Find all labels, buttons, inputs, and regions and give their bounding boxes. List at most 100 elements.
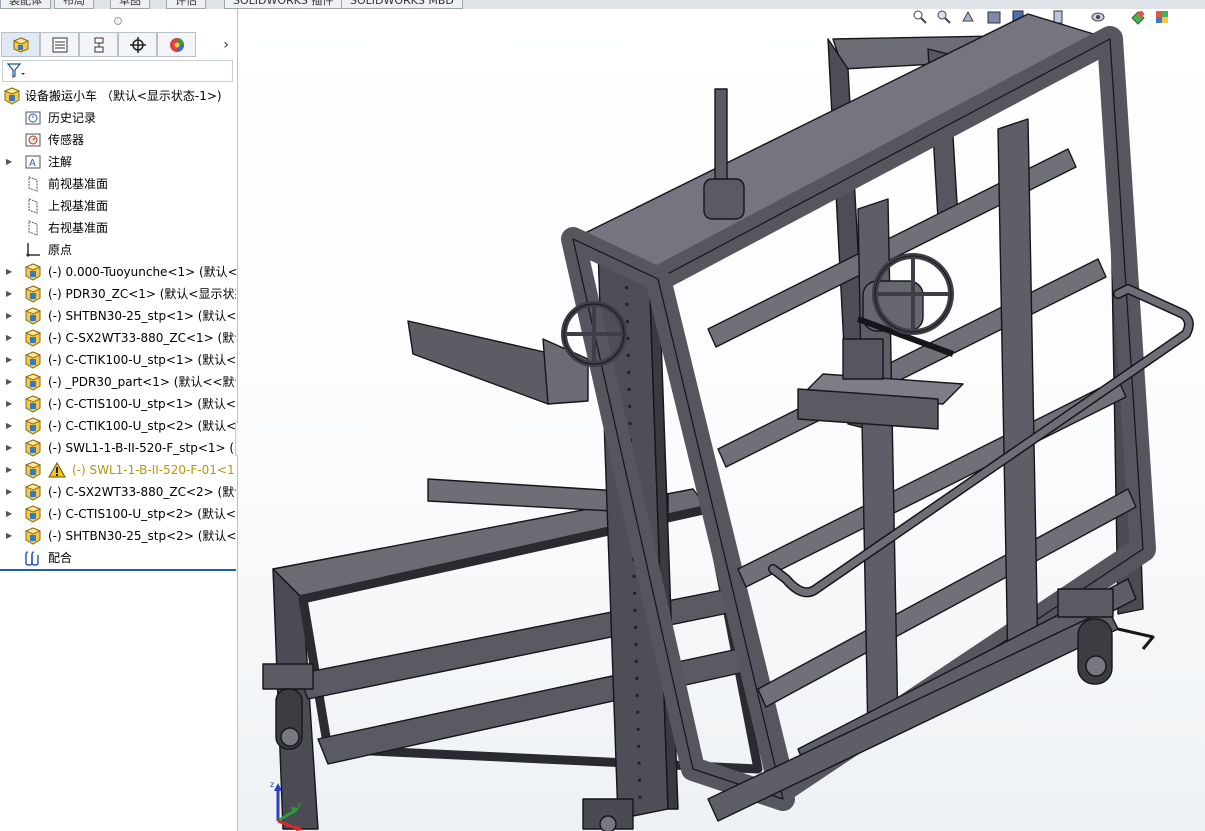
configuration-manager-icon [94, 37, 103, 52]
configuration-manager-tab[interactable] [79, 32, 118, 57]
origin-icon [26, 243, 40, 257]
tree-item-label: (-) PDR30_ZC<1> (默认<显示状态 [48, 287, 236, 301]
expand-arrow-icon[interactable]: ▶ [6, 508, 16, 520]
tree-item-sensors[interactable]: 传感器 [0, 129, 236, 151]
tree-item-label: 历史记录 [48, 111, 97, 125]
tree-item-component[interactable]: ▶ (-) PDR30_ZC<1> (默认<显示状态 [0, 283, 236, 305]
expand-arrow-icon[interactable]: ▶ [6, 266, 16, 278]
expand-arrow-icon[interactable]: ▶ [6, 530, 16, 542]
tree-rollback-bar[interactable] [0, 569, 236, 571]
tree-item-label: 前视基准面 [48, 177, 109, 191]
dimxpert-manager-tab[interactable] [118, 32, 157, 57]
tree-root-label: 设备搬运小车 （默认<显示状态-1>) [25, 89, 222, 103]
tab-evaluate[interactable]: 评估 [166, 0, 206, 9]
tab-solidworks-mbd[interactable]: SOLIDWORKS MBD [341, 0, 463, 9]
tree-item-label: 右视基准面 [48, 221, 109, 235]
subassembly-icon [24, 329, 42, 347]
tree-item-annotations[interactable]: ▶ A 注解 [0, 151, 236, 173]
tab-solidworks-addins[interactable]: SOLIDWORKS 插件 [224, 0, 343, 9]
subassembly-icon [24, 505, 42, 523]
tree-item-component[interactable]: ▶ (-) C-CTIS100-U_stp<1> (默认<显 [0, 393, 236, 415]
reference-triad-icon: z y [270, 781, 304, 831]
tree-item-component[interactable]: ▶ (-) SWL1-1-B-II-520-F_stp<1> (黑 [0, 437, 236, 459]
expand-arrow-icon[interactable]: ▶ [6, 288, 16, 300]
expand-arrow-icon[interactable]: ▶ [6, 332, 16, 344]
dimxpert-manager-icon [129, 36, 146, 53]
subassembly-icon [24, 527, 42, 545]
subassembly-icon [24, 373, 42, 391]
subassembly-icon [24, 285, 42, 303]
warning-icon [48, 461, 66, 478]
tree-item-component[interactable]: ▶ (-) C-CTIS100-U_stp<2> (默认<显 [0, 503, 236, 525]
tree-item-origin[interactable]: 原点 [0, 239, 236, 261]
tree-item-component[interactable]: ▶ (-) C-SX2WT33-880_ZC<1> (默认 [0, 327, 236, 349]
property-manager-icon [52, 37, 67, 52]
subassembly-icon [24, 461, 42, 479]
tree-item-component[interactable]: ▶ (-) C-SX2WT33-880_ZC<2> (默认 [0, 481, 236, 503]
expand-arrow-icon[interactable]: ▶ [6, 354, 16, 366]
expand-arrow-icon[interactable]: ▶ [6, 398, 16, 410]
graphics-viewport[interactable]: z y [238, 9, 1205, 831]
property-manager-tab[interactable] [40, 32, 79, 57]
feature-manager-tab[interactable] [1, 32, 40, 57]
expand-arrow-icon[interactable]: ▶ [6, 310, 16, 322]
tree-item-label: 上视基准面 [48, 199, 109, 213]
subassembly-icon [24, 439, 42, 457]
expand-arrow-icon[interactable]: ▶ [6, 442, 16, 454]
tree-item-label: 传感器 [48, 133, 85, 147]
tree-item-front-plane[interactable]: 前视基准面 [0, 173, 236, 195]
tree-item-label: 原点 [48, 243, 73, 257]
tree-item-label: (-) SWL1-1-B-II-520-F-01<1> [72, 463, 236, 477]
tree-filter[interactable] [2, 60, 233, 82]
expand-arrow-icon[interactable]: ▶ [6, 464, 16, 476]
tree-item-label: (-) SWL1-1-B-II-520-F_stp<1> (黑 [48, 441, 236, 455]
subassembly-icon [24, 263, 42, 281]
tree-item-component[interactable]: ▶ (-) 0.000-Tuoyunche<1> (默认<< [0, 261, 236, 283]
plane-icon [28, 176, 38, 192]
tab-layout[interactable]: 布局 [54, 0, 94, 9]
subassembly-icon [24, 483, 42, 501]
tree-item-component[interactable]: ▶ (-) SWL1-1-B-II-520-F-01<1> [0, 459, 236, 481]
chevron-right-icon[interactable]: › [216, 32, 236, 57]
tree-item-mates[interactable]: 配合 [0, 547, 236, 569]
history-icon [25, 111, 41, 125]
tree-item-label: (-) C-SX2WT33-880_ZC<2> (默认 [48, 485, 236, 499]
tree-item-component[interactable]: ▶ (-) SHTBN30-25_stp<1> (默认<显 [0, 305, 236, 327]
tree-item-label: (-) C-CTIK100-U_stp<1> (默认<显 [48, 353, 236, 367]
feature-manager-panel: › 设备搬运小车 （默认<显示状态-1>) 历史记录 传感器 ▶ A 注解 前视… [0, 9, 245, 831]
tree-root[interactable]: 设备搬运小车 （默认<显示状态-1>) [0, 85, 236, 107]
equipment-cart-3d-model[interactable] [238, 9, 1205, 831]
expand-arrow-icon[interactable]: ▶ [6, 156, 16, 168]
expand-arrow-icon[interactable]: ▶ [6, 420, 16, 432]
feature-manager-icon [12, 36, 29, 53]
command-manager-tabs: 装配体 布局 草图 评估 SOLIDWORKS 插件 SOLIDWORKS MB… [0, 0, 1205, 9]
tab-assembly[interactable]: 装配体 [0, 0, 51, 9]
tree-item-component[interactable]: ▶ (-) C-CTIK100-U_stp<1> (默认<显 [0, 349, 236, 371]
tree-item-component[interactable]: ▶ (-) SHTBN30-25_stp<2> (默认<显 [0, 525, 236, 547]
tree-item-label: (-) SHTBN30-25_stp<2> (默认<显 [48, 529, 236, 543]
plane-icon [28, 220, 38, 236]
subassembly-icon [24, 307, 42, 325]
tree-item-label: (-) 0.000-Tuoyunche<1> (默认<< [48, 265, 236, 279]
tree-item-top-plane[interactable]: 上视基准面 [0, 195, 236, 217]
assembly-icon [3, 87, 21, 105]
tree-item-right-plane[interactable]: 右视基准面 [0, 217, 236, 239]
tree-item-label: (-) C-CTIS100-U_stp<1> (默认<显 [48, 397, 236, 411]
tree-item-label: 注解 [48, 155, 73, 169]
display-manager-tab[interactable] [157, 32, 196, 57]
panel-resize-grip[interactable] [114, 17, 122, 25]
tree-item-history[interactable]: 历史记录 [0, 107, 236, 129]
tab-sketch[interactable]: 草图 [110, 0, 150, 9]
expand-arrow-icon[interactable]: ▶ [6, 486, 16, 498]
annotation-icon: A [25, 155, 41, 169]
mates-icon [25, 551, 39, 566]
svg-text:y: y [297, 800, 302, 809]
tree-item-component[interactable]: ▶ (-) _PDR30_part<1> (默认<<默认 [0, 371, 236, 393]
tree-item-label: (-) C-CTIK100-U_stp<2> (默认<显 [48, 419, 236, 433]
plane-icon [28, 198, 38, 214]
svg-text:z: z [270, 781, 274, 789]
subassembly-icon [24, 417, 42, 435]
subassembly-icon [24, 395, 42, 413]
tree-item-component[interactable]: ▶ (-) C-CTIK100-U_stp<2> (默认<显 [0, 415, 236, 437]
expand-arrow-icon[interactable]: ▶ [6, 376, 16, 388]
